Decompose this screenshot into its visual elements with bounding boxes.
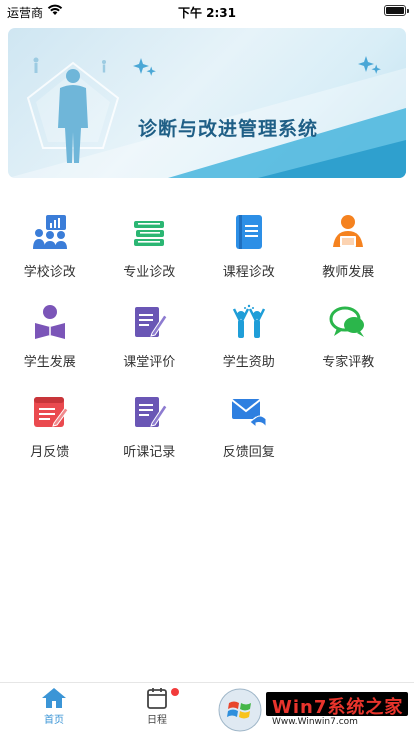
calendar-icon: [147, 688, 167, 709]
menu-item-label: 课程诊改: [222, 265, 275, 280]
watermark: Win7系统之家 Www.Winwin7.com: [214, 686, 410, 734]
home-icon: [42, 688, 66, 708]
clock: 下午 2:31: [177, 6, 237, 20]
edit-note-icon: [135, 307, 168, 337]
menu-item-label: 反馈回复: [222, 445, 275, 460]
menu-item-label: 听课记录: [123, 445, 176, 460]
menu-item-label: 学校诊改: [23, 265, 76, 280]
tab-home[interactable]: 首页: [14, 687, 94, 726]
menu-item-student-aid[interactable]: 学生资助: [199, 295, 299, 385]
mail-reply-icon: [231, 399, 267, 429]
books-stack-icon: [134, 221, 165, 246]
menu-item-label: 课堂评价: [123, 355, 176, 370]
menu-item-class-evaluation[interactable]: 课堂评价: [100, 295, 200, 385]
function-grid: 学校诊改 专业诊改 课程诊改 教师发展 学生发展 课堂评价 学生资助 专家评教 …: [0, 205, 414, 475]
students-cheer-icon: [232, 304, 265, 338]
course-book-icon: [235, 215, 262, 249]
menu-item-school-diagnosis[interactable]: 学校诊改: [0, 205, 100, 295]
tab-home-label: 首页: [44, 715, 64, 726]
watermark-url: Www.Winwin7.com: [272, 717, 358, 727]
windows-logo-icon: [218, 688, 262, 732]
banner-illustration: [8, 56, 406, 178]
menu-item-class-record[interactable]: 听课记录: [100, 385, 200, 475]
menu-item-major-diagnosis[interactable]: 专业诊改: [100, 205, 200, 295]
banner[interactable]: 诊断与改进管理系统: [8, 28, 406, 178]
menu-item-label: 专业诊改: [123, 265, 176, 280]
month-feedback-icon: [33, 397, 69, 427]
menu-item-teacher-development[interactable]: 教师发展: [299, 205, 399, 295]
menu-item-label: 教师发展: [322, 265, 375, 280]
notification-badge: [171, 688, 179, 696]
watermark-text: Win7系统之家: [272, 697, 404, 718]
menu-item-feedback-reply[interactable]: 反馈回复: [199, 385, 299, 475]
menu-item-course-diagnosis[interactable]: 课程诊改: [199, 205, 299, 295]
banner-title: 诊断与改进管理系统: [138, 118, 319, 140]
student-reading-icon: [34, 305, 65, 339]
menu-item-label: 专家评教: [322, 355, 375, 370]
class-record-icon: [135, 397, 168, 427]
chat-bubbles-icon: [329, 306, 365, 337]
tab-schedule-label: 日程: [147, 715, 167, 726]
menu-item-monthly-feedback[interactable]: 月反馈: [0, 385, 100, 475]
menu-item-label: 月反馈: [30, 445, 70, 460]
battery-icon: [384, 5, 409, 16]
status-bar: 运营商 下午 2:31: [0, 0, 414, 22]
menu-item-label: 学生发展: [23, 355, 76, 370]
tab-schedule[interactable]: 日程: [117, 687, 197, 726]
teacher-icon: [333, 215, 364, 247]
menu-item-label: 学生资助: [222, 355, 275, 370]
menu-item-student-development[interactable]: 学生发展: [0, 295, 100, 385]
menu-item-expert-evaluation[interactable]: 专家评教: [299, 295, 399, 385]
school-stats-icon: [32, 215, 67, 249]
